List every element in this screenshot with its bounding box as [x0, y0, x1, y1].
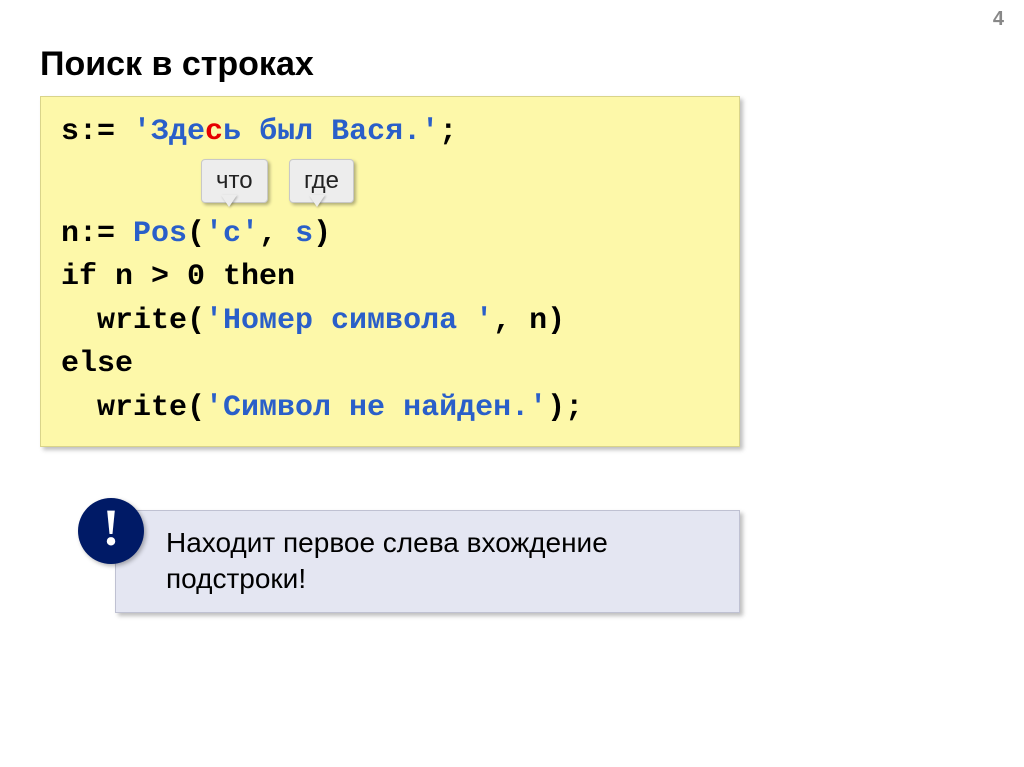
- exclamation-icon: !: [78, 498, 144, 564]
- string-close: ': [421, 115, 439, 149]
- code-text: ;: [439, 115, 457, 149]
- note-line-2: подстроки!: [166, 563, 306, 594]
- code-line-4: write('Номер символа ', n): [61, 300, 719, 344]
- code-line-2: n:= Pos('с', s): [61, 213, 719, 257]
- code-line-6: write('Символ не найден.');: [61, 387, 719, 431]
- string-highlight: с: [205, 115, 223, 149]
- note-line-1: Находит первое слева вхождение: [166, 527, 608, 558]
- code-text: s:=: [61, 115, 133, 149]
- code-line-3: if n > 0 then: [61, 256, 719, 300]
- slide-heading: Поиск в строках: [40, 45, 314, 84]
- code-block: s:= 'Здесь был Вася.'; что где n:= Pos('…: [40, 96, 740, 447]
- code-text: (: [187, 217, 205, 251]
- page-number: 4: [993, 8, 1004, 31]
- callout-row: что где: [61, 159, 719, 209]
- var-arg: s: [295, 217, 313, 251]
- string-part: ь был Вася.: [223, 115, 421, 149]
- string-part: Зде: [151, 115, 205, 149]
- callout-tail-icon: [221, 195, 237, 207]
- code-line-1: s:= 'Здесь был Вася.';: [61, 111, 719, 155]
- code-text: );: [547, 391, 583, 425]
- string-literal: 'Номер символа ': [205, 304, 493, 338]
- code-text: write(: [61, 304, 205, 338]
- code-text: write(: [61, 391, 205, 425]
- string-arg: 'с': [205, 217, 259, 251]
- string-literal: 'Символ не найден.': [205, 391, 547, 425]
- callout-tail-icon: [309, 195, 325, 207]
- function-name: Pos: [133, 217, 187, 251]
- code-line-5: else: [61, 343, 719, 387]
- note-box: Находит первое слева вхождение подстроки…: [115, 510, 740, 613]
- code-text: ,: [259, 217, 295, 251]
- string-open: ': [133, 115, 151, 149]
- code-text: , n): [493, 304, 565, 338]
- code-text: n:=: [61, 217, 133, 251]
- code-text: ): [313, 217, 331, 251]
